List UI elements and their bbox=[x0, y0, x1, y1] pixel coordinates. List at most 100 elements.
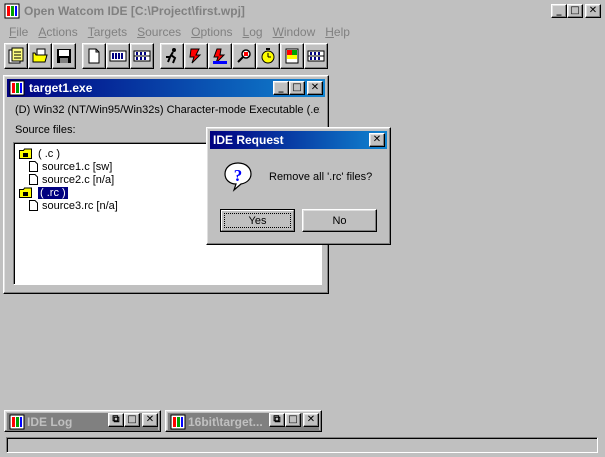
new-project-button[interactable] bbox=[4, 43, 28, 69]
tree-item-label-selected: ( .rc ) bbox=[38, 186, 68, 199]
target-maximize-button[interactable]: □ bbox=[289, 81, 305, 95]
save-icon bbox=[57, 49, 71, 63]
folder-icon bbox=[19, 187, 32, 198]
main-close-button[interactable]: ✕ bbox=[585, 4, 601, 18]
main-title-bar[interactable]: Open Watcom IDE [C:\Project\first.wpj] _… bbox=[0, 0, 605, 22]
new-source-button[interactable] bbox=[82, 43, 106, 69]
make-all-icon bbox=[133, 50, 151, 62]
close-icon: ✕ bbox=[372, 134, 382, 145]
question-icon: ? bbox=[222, 160, 254, 192]
browse-button[interactable] bbox=[232, 43, 256, 69]
16bit-target-restore-button[interactable]: ⧉ bbox=[269, 413, 285, 427]
editor-button[interactable] bbox=[280, 43, 304, 69]
profile-button[interactable] bbox=[256, 43, 280, 69]
minimized-16bit-target[interactable]: 16bit\target... ⧉ □ ✕ bbox=[165, 410, 322, 432]
menu-targets[interactable]: Targets bbox=[83, 25, 132, 39]
profile-icon bbox=[261, 48, 275, 64]
ide-log-maximize-button[interactable]: □ bbox=[124, 413, 140, 427]
status-bar bbox=[0, 435, 605, 457]
tree-file-source1[interactable]: source1.c [sw] bbox=[29, 160, 112, 173]
main-title-text: Open Watcom IDE [C:\Project\first.wpj] bbox=[24, 4, 245, 18]
make-target-icon bbox=[109, 50, 127, 62]
menu-actions[interactable]: Actions bbox=[33, 25, 82, 39]
save-button[interactable] bbox=[52, 43, 76, 69]
dialog-title: IDE Request bbox=[213, 133, 284, 147]
yes-button-label: Yes bbox=[248, 214, 267, 227]
maximize-icon: □ bbox=[570, 5, 580, 16]
menu-file[interactable]: File bbox=[4, 25, 33, 39]
menu-sources[interactable]: Sources bbox=[132, 25, 186, 39]
ide-log-icon[interactable] bbox=[9, 414, 25, 430]
make-target-button[interactable] bbox=[106, 43, 130, 69]
close-icon: ✕ bbox=[588, 5, 598, 16]
main-maximize-button[interactable]: □ bbox=[567, 4, 583, 18]
target-window-icon[interactable] bbox=[9, 80, 25, 96]
run-button[interactable] bbox=[160, 43, 184, 69]
minimize-icon: _ bbox=[278, 82, 284, 93]
close-icon: ✕ bbox=[145, 414, 155, 425]
svg-text:?: ? bbox=[234, 166, 243, 185]
sample-button[interactable] bbox=[208, 43, 232, 69]
target-description: (D) Win32 (NT/Win95/Win32s) Character-mo… bbox=[15, 104, 320, 116]
close-icon: ✕ bbox=[306, 414, 316, 425]
file-icon bbox=[29, 174, 38, 185]
16bit-target-maximize-button[interactable]: □ bbox=[285, 413, 301, 427]
dialog-message: Remove all '.rc' files? bbox=[269, 171, 373, 183]
main-minimize-button[interactable]: _ bbox=[551, 4, 567, 18]
no-button-label: No bbox=[332, 214, 347, 227]
open-project-icon bbox=[32, 48, 48, 63]
16bit-target-title: 16bit\target... bbox=[188, 415, 263, 429]
menu-window[interactable]: Window bbox=[268, 25, 321, 39]
file-icon bbox=[29, 200, 38, 211]
watcom-app-icon[interactable] bbox=[4, 3, 20, 19]
tree-folder-c[interactable]: ( .c ) bbox=[19, 147, 60, 160]
yes-button[interactable]: Yes bbox=[220, 209, 295, 232]
target-close-button[interactable]: ✕ bbox=[307, 81, 323, 95]
open-project-button[interactable] bbox=[28, 43, 52, 69]
toolbar bbox=[4, 43, 328, 71]
target-window-title-bar[interactable]: target1.exe _ □ ✕ bbox=[7, 79, 325, 97]
minimized-ide-log[interactable]: IDE Log ⧉ □ ✕ bbox=[4, 410, 161, 432]
menu-help[interactable]: Help bbox=[320, 25, 355, 39]
menu-bar: File Actions Targets Sources Options Log… bbox=[0, 22, 605, 41]
new-project-icon bbox=[8, 47, 24, 64]
menu-options[interactable]: Options bbox=[186, 25, 237, 39]
dialog-title-bar[interactable]: IDE Request ✕ bbox=[210, 131, 387, 149]
run-icon bbox=[166, 48, 177, 64]
browse-icon bbox=[237, 49, 251, 63]
16bit-target-icon[interactable] bbox=[170, 414, 186, 430]
editor-icon bbox=[285, 48, 299, 64]
maximize-icon: □ bbox=[127, 414, 137, 425]
debug-button[interactable] bbox=[184, 43, 208, 69]
make-all-button[interactable] bbox=[130, 43, 154, 69]
target-window-title: target1.exe bbox=[29, 81, 93, 95]
dialog-close-button[interactable]: ✕ bbox=[369, 133, 385, 147]
restore-icon: ⧉ bbox=[273, 414, 281, 425]
tree-folder-rc[interactable]: ( .rc ) bbox=[19, 186, 214, 199]
tree-item-label: ( .c ) bbox=[38, 147, 60, 160]
status-field bbox=[6, 437, 598, 453]
file-icon bbox=[29, 161, 38, 172]
ide-log-close-button[interactable]: ✕ bbox=[142, 413, 158, 427]
restore-icon: ⧉ bbox=[112, 414, 120, 425]
remake-icon bbox=[307, 50, 325, 62]
tree-item-label: source2.c [n/a] bbox=[42, 173, 115, 186]
ide-log-restore-button[interactable]: ⧉ bbox=[108, 413, 124, 427]
menu-log[interactable]: Log bbox=[238, 25, 268, 39]
target-minimize-button[interactable]: _ bbox=[273, 81, 289, 95]
maximize-icon: □ bbox=[288, 414, 298, 425]
no-button[interactable]: No bbox=[302, 209, 377, 232]
close-icon: ✕ bbox=[310, 82, 320, 93]
16bit-target-close-button[interactable]: ✕ bbox=[303, 413, 319, 427]
remake-button[interactable] bbox=[304, 43, 328, 69]
maximize-icon: □ bbox=[292, 82, 302, 93]
tree-file-source3[interactable]: source3.rc [n/a] bbox=[29, 199, 118, 212]
tree-file-source2[interactable]: source2.c [n/a] bbox=[29, 173, 114, 186]
minimize-icon: _ bbox=[556, 5, 562, 16]
debug-icon bbox=[189, 48, 202, 64]
source-files-label: Source files: bbox=[15, 124, 76, 136]
folder-icon bbox=[19, 148, 32, 159]
ide-request-dialog: IDE Request ✕ ? Remove all '.rc' files? … bbox=[206, 127, 391, 245]
ide-log-title: IDE Log bbox=[27, 415, 73, 429]
new-source-icon bbox=[88, 48, 100, 64]
